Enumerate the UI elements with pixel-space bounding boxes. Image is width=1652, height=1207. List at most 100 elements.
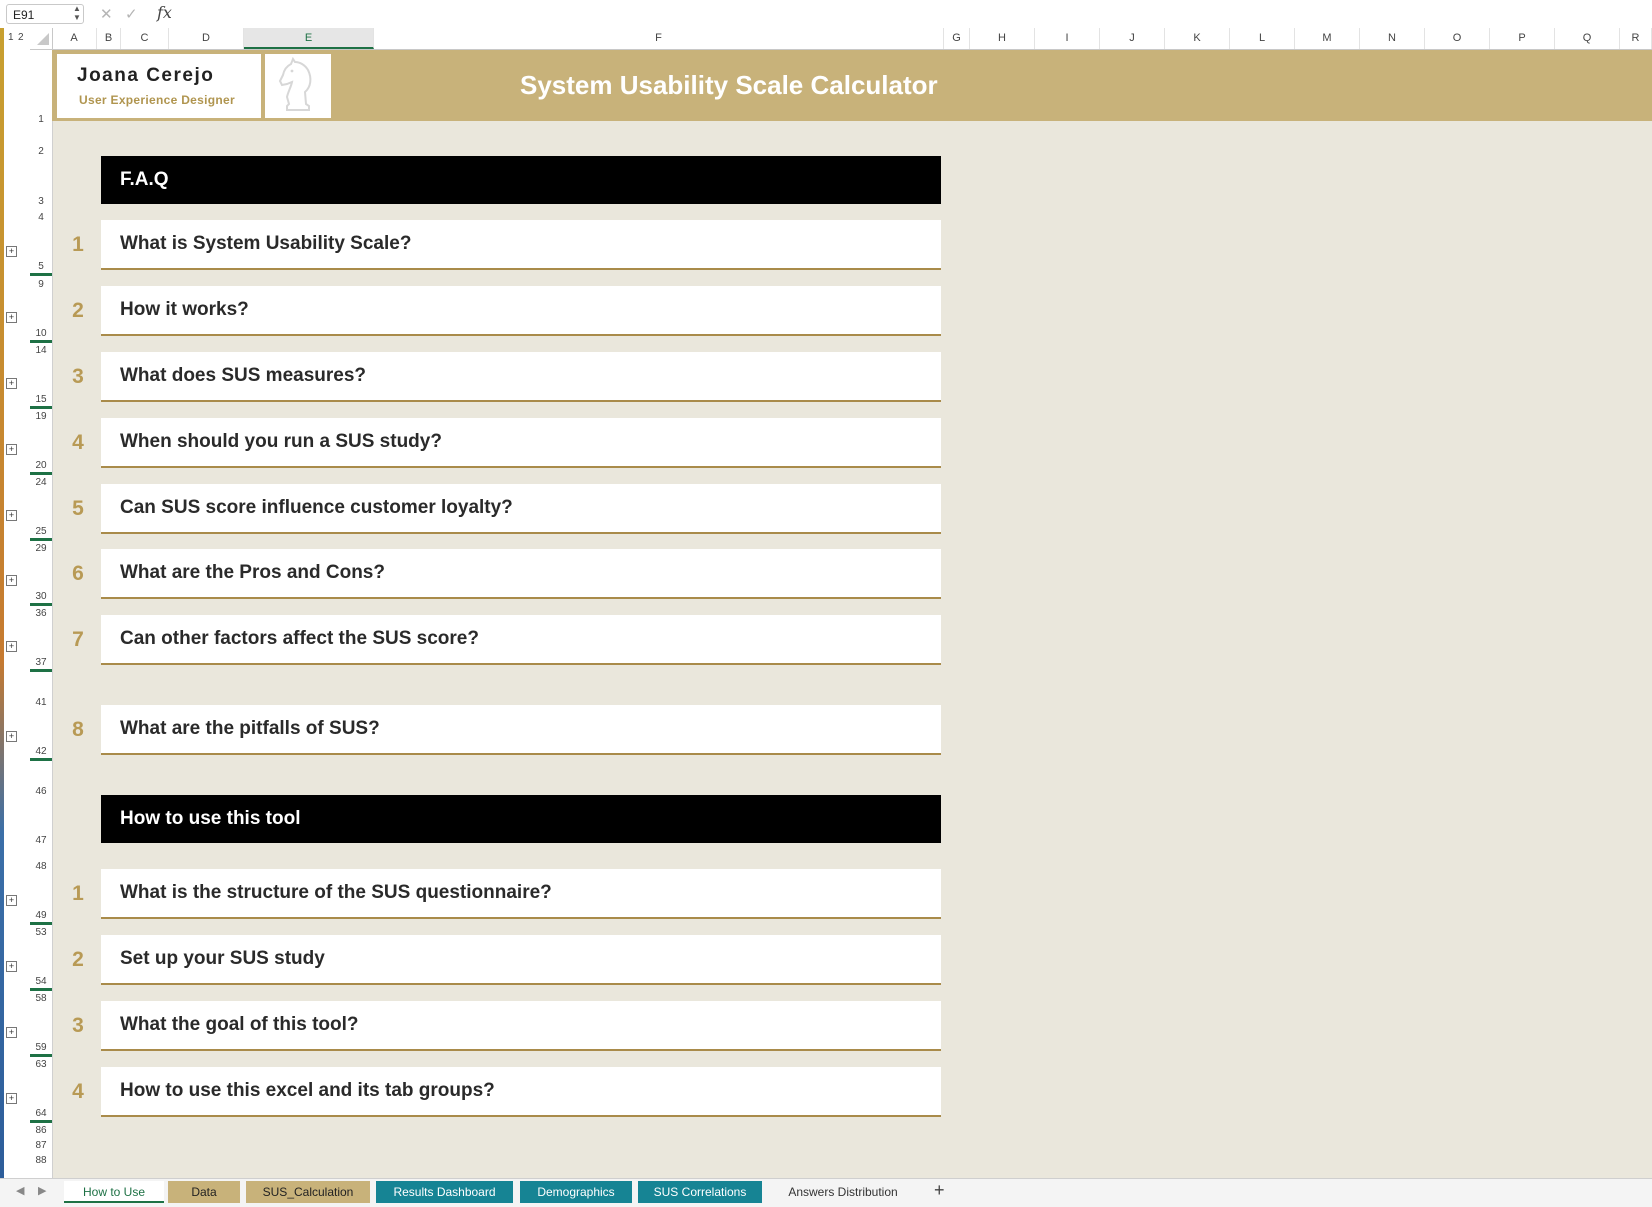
row-number[interactable]: 30 (30, 591, 52, 602)
row-number[interactable]: 5 (30, 261, 52, 272)
faq-item[interactable]: What are the pitfalls of SUS? (101, 705, 941, 755)
row-number[interactable]: 10 (30, 328, 52, 339)
hidden-rows-marker (30, 603, 52, 606)
row-number[interactable]: 20 (30, 460, 52, 471)
column-header[interactable]: P (1490, 28, 1555, 49)
enter-icon[interactable]: ✓ (125, 5, 138, 23)
row-number[interactable]: 59 (30, 1042, 52, 1053)
fx-icon[interactable]: fx (157, 3, 172, 22)
row-number[interactable]: 64 (30, 1108, 52, 1119)
outline-level-1-button[interactable]: 1 (8, 32, 14, 43)
column-header[interactable]: F (374, 28, 944, 49)
row-number[interactable]: 25 (30, 526, 52, 537)
faq-item[interactable]: What are the Pros and Cons? (101, 549, 941, 599)
sheet-tab-demographics[interactable]: Demographics (520, 1181, 632, 1203)
row-number[interactable]: 63 (30, 1059, 52, 1070)
column-header[interactable]: A (52, 28, 97, 49)
faq-item[interactable]: Can other factors affect the SUS score? (101, 615, 941, 665)
row-number[interactable]: 4 (30, 212, 52, 223)
row-number[interactable]: 49 (30, 910, 52, 921)
faq-item[interactable]: Can SUS score influence customer loyalty… (101, 484, 941, 534)
faq-number: 2 (72, 299, 84, 322)
faq-item[interactable]: When should you run a SUS study? (101, 418, 941, 468)
row-number[interactable]: 47 (30, 835, 52, 846)
column-header[interactable]: K (1165, 28, 1230, 49)
column-header[interactable]: C (121, 28, 169, 49)
row-number[interactable]: 37 (30, 657, 52, 668)
sheet-tab-data[interactable]: Data (168, 1181, 240, 1203)
sheet-tab-how-to-use[interactable]: How to Use (64, 1181, 164, 1203)
outline-expand-button[interactable]: + (6, 895, 17, 906)
faq-item[interactable]: What is System Usability Scale? (101, 220, 941, 270)
outline-expand-button[interactable]: + (6, 1027, 17, 1038)
tab-scroll-left-icon[interactable]: ◀ (16, 1184, 24, 1197)
hidden-rows-marker (30, 758, 52, 761)
howto-item[interactable]: How to use this excel and its tab groups… (101, 1067, 941, 1117)
faq-item[interactable]: What does SUS measures? (101, 352, 941, 402)
row-number[interactable]: 29 (30, 543, 52, 554)
column-header[interactable]: B (97, 28, 121, 49)
hidden-rows-marker (30, 406, 52, 409)
column-header[interactable]: D (169, 28, 244, 49)
column-header[interactable]: N (1360, 28, 1425, 49)
row-number[interactable]: 41 (30, 697, 52, 708)
howto-item[interactable]: Set up your SUS study (101, 935, 941, 985)
column-header[interactable]: Q (1555, 28, 1620, 49)
outline-expand-button[interactable]: + (6, 246, 17, 257)
formula-input[interactable] (184, 4, 1644, 24)
sheet-tab-sus-calculation[interactable]: SUS_Calculation (246, 1181, 370, 1203)
row-number[interactable]: 54 (30, 976, 52, 987)
row-number[interactable]: 86 (30, 1125, 52, 1136)
row-number[interactable]: 58 (30, 993, 52, 1004)
howto-item[interactable]: What the goal of this tool? (101, 1001, 941, 1051)
outline-expand-button[interactable]: + (6, 378, 17, 389)
faq-item[interactable]: How it works? (101, 286, 941, 336)
outline-expand-button[interactable]: + (6, 641, 17, 652)
row-number[interactable]: 36 (30, 608, 52, 619)
outline-expand-button[interactable]: + (6, 444, 17, 455)
outline-expand-button[interactable]: + (6, 510, 17, 521)
hidden-rows-marker (30, 538, 52, 541)
sheet-tab-results-dashboard[interactable]: Results Dashboard (376, 1181, 513, 1203)
hidden-rows-marker (30, 1054, 52, 1057)
row-number[interactable]: 53 (30, 927, 52, 938)
column-header[interactable]: M (1295, 28, 1360, 49)
column-header[interactable]: R (1620, 28, 1652, 49)
row-number[interactable]: 2 (30, 146, 52, 157)
row-number[interactable]: 46 (30, 786, 52, 797)
column-header[interactable]: L (1230, 28, 1295, 49)
howto-number: 4 (72, 1080, 84, 1103)
row-number[interactable]: 19 (30, 411, 52, 422)
tab-scroll-right-icon[interactable]: ▶ (38, 1184, 46, 1197)
outline-level-2-button[interactable]: 2 (18, 32, 24, 43)
add-sheet-button[interactable]: + (934, 1180, 945, 1201)
column-header[interactable]: G (944, 28, 970, 49)
row-number[interactable]: 88 (30, 1155, 52, 1166)
row-number[interactable]: 3 (30, 196, 52, 207)
row-number[interactable]: 48 (30, 861, 52, 872)
name-box-stepper-icon[interactable]: ▲ ▼ (73, 4, 81, 22)
outline-expand-button[interactable]: + (6, 731, 17, 742)
outline-expand-button[interactable]: + (6, 1093, 17, 1104)
row-number[interactable]: 14 (30, 345, 52, 356)
outline-expand-button[interactable]: + (6, 312, 17, 323)
cancel-icon[interactable]: ✕ (100, 5, 113, 23)
column-header-selected[interactable]: E (244, 28, 374, 49)
sheet-tab-answers-distribution[interactable]: Answers Distribution (768, 1181, 918, 1203)
chess-knight-icon (278, 56, 312, 111)
column-header[interactable]: J (1100, 28, 1165, 49)
row-number[interactable]: 9 (30, 279, 52, 290)
howto-item[interactable]: What is the structure of the SUS questio… (101, 869, 941, 919)
row-number[interactable]: 15 (30, 394, 52, 405)
column-header[interactable]: H (970, 28, 1035, 49)
column-header[interactable]: O (1425, 28, 1490, 49)
column-header[interactable]: I (1035, 28, 1100, 49)
hidden-rows-marker (30, 1120, 52, 1123)
sheet-tab-sus-correlations[interactable]: SUS Correlations (638, 1181, 762, 1203)
outline-expand-button[interactable]: + (6, 575, 17, 586)
row-number[interactable]: 87 (30, 1140, 52, 1151)
row-number[interactable]: 42 (30, 746, 52, 757)
row-number[interactable]: 1 (30, 114, 52, 125)
outline-expand-button[interactable]: + (6, 961, 17, 972)
row-number[interactable]: 24 (30, 477, 52, 488)
